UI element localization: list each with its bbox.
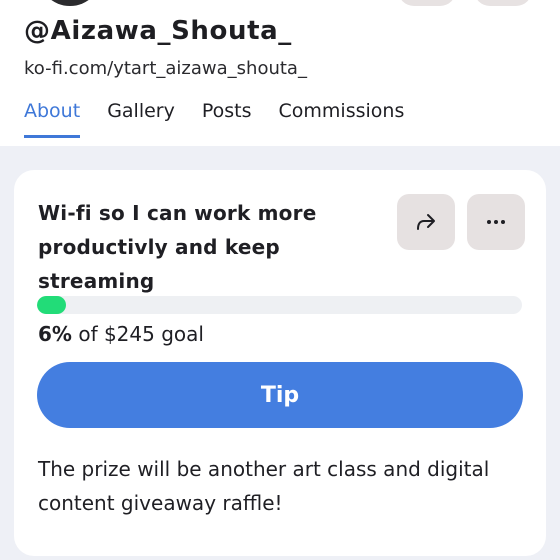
goal-title: Wi-fi so I can work more productivly and… <box>38 201 317 293</box>
tab-posts[interactable]: Posts <box>202 96 252 135</box>
tab-about[interactable]: About <box>24 96 81 138</box>
progress-goal-amount: of $245 goal <box>71 322 204 346</box>
share-button[interactable] <box>397 194 455 250</box>
goal-progress-fill <box>37 296 67 314</box>
goal-description: The prize will be another art class and … <box>38 457 490 515</box>
header-action-button[interactable] <box>398 0 456 6</box>
tab-gallery[interactable]: Gallery <box>107 96 175 135</box>
goal-progress-bar <box>37 296 522 314</box>
tab-commissions[interactable]: Commissions <box>279 96 405 135</box>
tip-button-label: Tip <box>260 382 300 408</box>
profile-header: @Aizawa_Shouta_ ko-fi.com/ytart_aizawa_s… <box>24 14 560 81</box>
progress-percent: 6% <box>38 322 72 346</box>
profile-tabs: About Gallery Posts Commissions <box>24 96 431 138</box>
share-arrow-icon <box>417 214 435 230</box>
username: @Aizawa_Shouta_ <box>24 16 292 46</box>
profile-page: @Aizawa_Shouta_ ko-fi.com/ytart_aizawa_s… <box>0 0 560 560</box>
goal-progress-text: 6% of $245 goal <box>38 320 204 348</box>
more-dots-icon <box>487 220 505 224</box>
profile-url[interactable]: ko-fi.com/ytart_aizawa_shouta_ <box>24 57 560 81</box>
avatar[interactable] <box>38 0 102 6</box>
tip-button[interactable]: Tip <box>37 362 523 428</box>
goal-card: Wi-fi so I can work more productivly and… <box>14 170 546 556</box>
header-action-button[interactable] <box>474 0 532 6</box>
more-options-button[interactable] <box>467 194 525 250</box>
